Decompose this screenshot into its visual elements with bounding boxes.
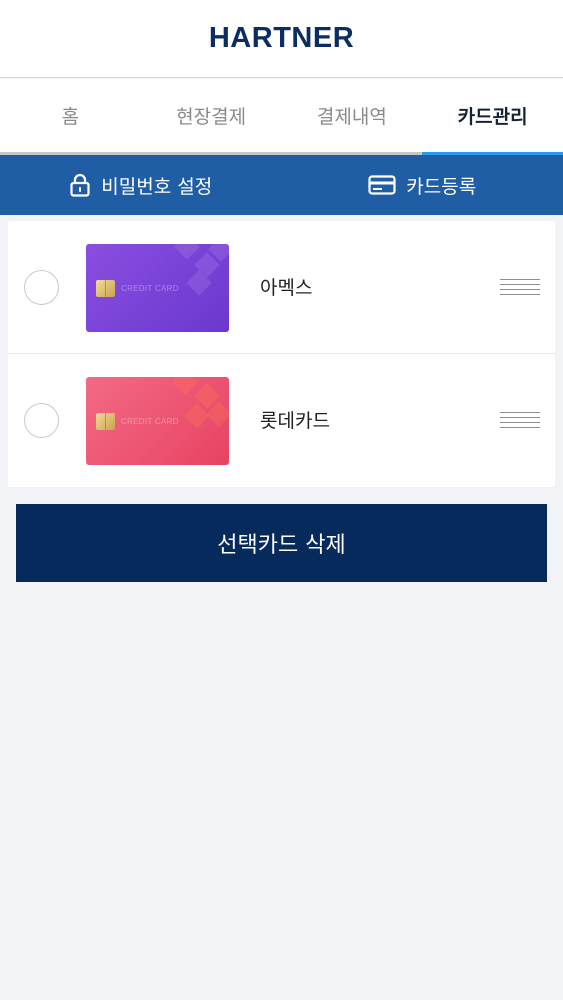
card-register-label: 카드등록: [406, 175, 477, 198]
card-list: CREDIT CARD 아멕스 CREDIT CARD 롯데카드: [8, 221, 555, 487]
card-decoration: [172, 377, 198, 395]
tab-card-management[interactable]: 카드관리: [422, 79, 563, 155]
card-type-text: CREDIT CARD: [121, 417, 179, 426]
list-item[interactable]: CREDIT CARD 롯데카드: [8, 354, 555, 487]
card-decoration: [174, 244, 200, 260]
password-setting-button[interactable]: 비밀번호 설정: [0, 155, 282, 215]
card-type-text: CREDIT CARD: [121, 284, 179, 293]
card-register-button[interactable]: 카드등록: [282, 155, 563, 215]
tab-onsite-payment[interactable]: 현장결제: [141, 79, 282, 152]
tab-onsite-payment-label: 현장결제: [176, 106, 247, 128]
hartner-logo: HARTNER: [208, 22, 355, 54]
drag-handle-icon[interactable]: [500, 277, 540, 297]
card-management-toolbar: 비밀번호 설정 카드등록: [0, 155, 563, 215]
card-name: 아멕스: [260, 277, 313, 299]
card-image: CREDIT CARD: [86, 244, 229, 332]
card-chip: [96, 280, 115, 297]
card-select-radio[interactable]: [24, 403, 59, 438]
list-item[interactable]: CREDIT CARD 아멕스: [8, 221, 555, 354]
tab-card-management-label: 카드관리: [457, 106, 528, 128]
card-name: 롯데카드: [260, 410, 330, 432]
card-select-radio[interactable]: [24, 270, 59, 305]
delete-selected-cards-button[interactable]: 선택카드 삭제: [16, 504, 547, 582]
tab-payment-history-label: 결제내역: [316, 106, 387, 128]
tab-payment-history[interactable]: 결제내역: [282, 79, 423, 152]
card-chip: [96, 413, 115, 430]
credit-card-icon: [368, 175, 396, 195]
lock-icon: [70, 173, 90, 197]
tab-home[interactable]: 홈: [0, 79, 141, 152]
password-setting-label: 비밀번호 설정: [101, 175, 213, 198]
app-header: HARTNER: [0, 0, 563, 78]
tab-home-label: 홈: [61, 106, 80, 128]
card-image: CREDIT CARD: [86, 377, 229, 465]
main-tabs: 홈 현장결제 결제내역 카드관리: [0, 79, 563, 155]
drag-handle-icon[interactable]: [500, 410, 540, 430]
